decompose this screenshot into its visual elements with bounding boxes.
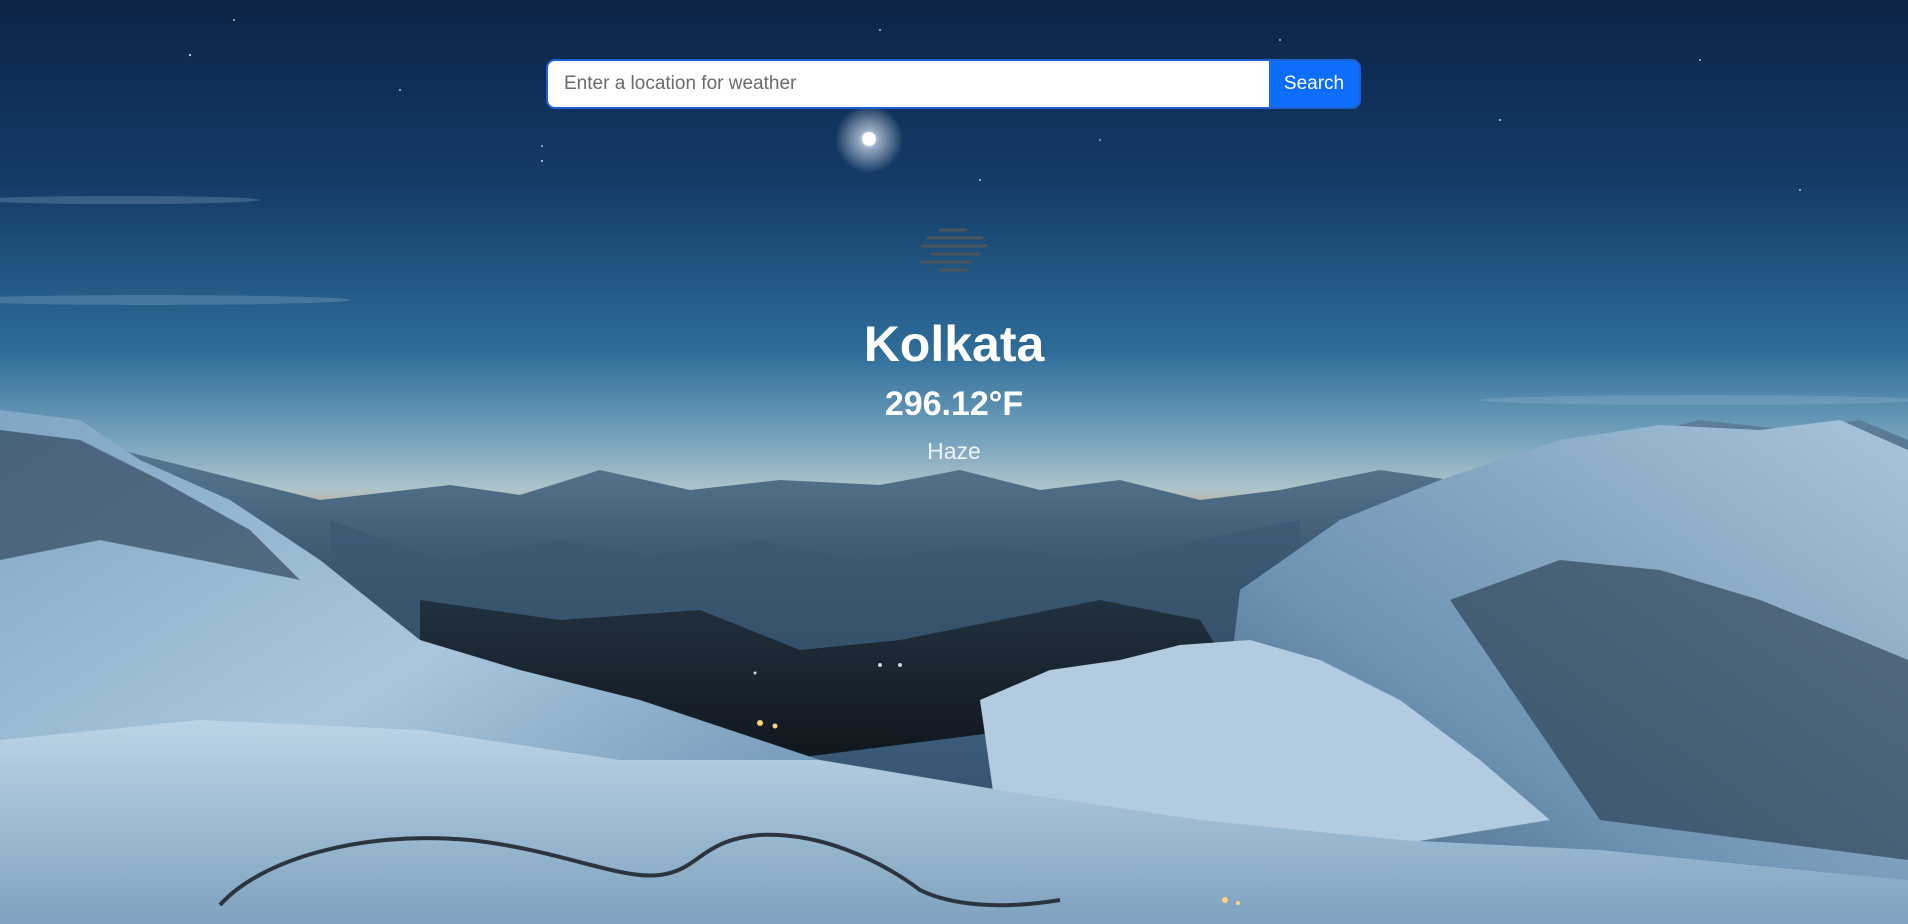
city-name: Kolkata <box>863 316 1045 372</box>
search-button[interactable]: Search <box>1269 61 1359 107</box>
weather-description: Haze <box>927 438 981 464</box>
temperature: 296.12°F <box>884 385 1024 423</box>
search-bar: Search <box>548 61 1359 107</box>
location-search-input[interactable] <box>548 61 1269 107</box>
haze-icon <box>920 228 988 272</box>
weather-app: Search Kolkata 296.12°F Haze <box>0 0 1908 924</box>
